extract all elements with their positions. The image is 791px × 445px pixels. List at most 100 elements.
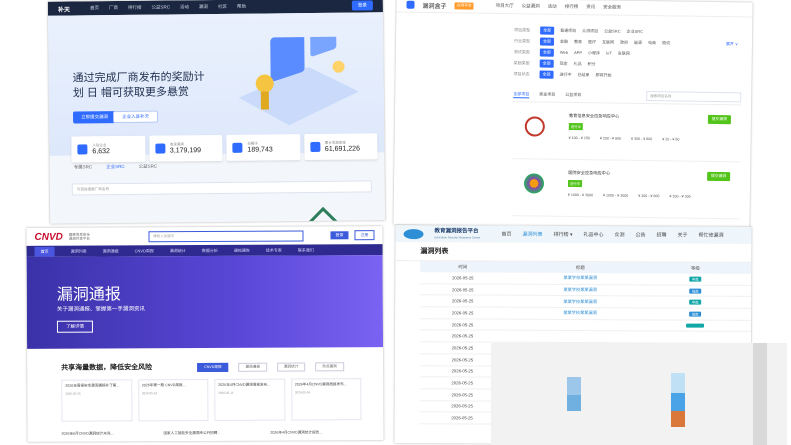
nav-item[interactable]: 礼品中心: [583, 231, 603, 238]
nav-item[interactable]: 联系我们: [298, 247, 314, 253]
list-item[interactable]: 国家人工智能安全漏洞库公开招聘...: [163, 431, 220, 436]
nav-item[interactable]: 公告: [635, 231, 645, 238]
filter-option[interactable]: 已结束: [578, 72, 590, 78]
nav-item[interactable]: 招聘: [656, 231, 666, 238]
filter-option[interactable]: 车联网: [618, 50, 630, 56]
nav-item[interactable]: 社区: [218, 4, 227, 10]
filter-option[interactable]: 礼品: [574, 61, 582, 67]
filter-option[interactable]: 金融: [560, 38, 568, 44]
site-logo[interactable]: 教育漏洞报告平台 Education Security Response Cent…: [434, 228, 490, 240]
tab-hot[interactable]: 热点漏洞: [315, 362, 344, 372]
filter-option[interactable]: 物流: [662, 40, 670, 46]
filter-all-tag[interactable]: 全部: [539, 70, 554, 79]
nav-item[interactable]: 厂商: [109, 5, 118, 11]
filter-option[interactable]: 医疗: [588, 39, 596, 45]
filter-option[interactable]: APP: [574, 50, 582, 55]
nav-item[interactable]: 安全服务: [603, 4, 621, 10]
project-search-input[interactable]: 搜索项目名称: [646, 91, 742, 103]
project-name[interactable]: 教育信息安全应急响应中心: [569, 113, 619, 120]
row-title[interactable]: 某某学校某某漏洞: [505, 287, 655, 294]
list-item[interactable]: 2026年4月CNVD漏洞统计报告...: [270, 430, 322, 435]
project-item[interactable]: 教育信息安全应急响应中心 进行中 ¥ 100 - ¥ 150 ¥ 200 - ¥…: [512, 102, 742, 163]
nav-item[interactable]: 漏洞列表: [71, 248, 87, 254]
tab-all-projects[interactable]: 全部项目: [513, 90, 530, 98]
nav-item[interactable]: 众测: [614, 231, 624, 238]
filter-option[interactable]: 教育: [574, 39, 582, 45]
site-logo[interactable]: CNVD: [34, 231, 62, 242]
nav-item[interactable]: 数据分析: [202, 247, 218, 253]
filter-option[interactable]: 电商: [648, 40, 656, 46]
filter-option[interactable]: Web: [560, 50, 568, 55]
nav-item[interactable]: 漏洞: [199, 4, 208, 10]
nav-item[interactable]: 通知通告: [234, 247, 250, 253]
submit-vuln-button[interactable]: 提交漏洞: [707, 114, 731, 125]
filter-option[interactable]: IoT: [606, 50, 612, 55]
site-logo[interactable]: 补天: [58, 4, 70, 13]
nav-item[interactable]: 漏洞通报: [103, 248, 119, 254]
filter-option[interactable]: 能源: [634, 39, 642, 45]
nav-item[interactable]: 排行榜: [565, 4, 579, 10]
nav-item[interactable]: 技术专家: [266, 247, 282, 253]
row-title[interactable]: 某某学校某某漏洞: [505, 275, 655, 282]
row-title[interactable]: [505, 336, 655, 337]
project-name[interactable]: 医院安全应急响应中心: [568, 170, 610, 177]
expand-filters-link[interactable]: 展开 ∨: [726, 41, 738, 47]
filter-option[interactable]: 即将开始: [596, 72, 612, 78]
filter-all-tag[interactable]: 全部: [540, 26, 555, 35]
filter-option[interactable]: 公益SRC: [604, 28, 621, 34]
filter-all-tag[interactable]: 全部: [539, 48, 554, 57]
list-item[interactable]: 2026年6月CNVD漏洞统计未完...: [62, 431, 114, 436]
nav-item[interactable]: 资讯: [586, 4, 595, 10]
tab-public-projects[interactable]: 公益项目: [565, 92, 581, 98]
filter-all-tag[interactable]: 全部: [539, 37, 555, 46]
filter-option[interactable]: 众测项目: [582, 28, 598, 34]
report-card[interactable]: 2026年4月CNVD漏洞周报发布... 2026-05-11: [214, 378, 285, 421]
nav-item[interactable]: 公益漏洞: [522, 3, 540, 9]
filter-option[interactable]: 政府: [620, 39, 628, 45]
row-title[interactable]: 某某学校某某漏洞: [505, 298, 655, 305]
nav-item[interactable]: 项目大厅: [496, 3, 514, 9]
filter-option[interactable]: 小程序: [588, 50, 600, 56]
project-item[interactable]: 医院安全应急响应中心 进行中 ¥ 1000 - ¥ 3000 ¥ 1000 - …: [511, 159, 741, 220]
login-button[interactable]: 登录: [351, 0, 373, 11]
site-logo[interactable]: 漏洞盒子: [422, 0, 446, 9]
nav-item[interactable]: 漏洞列表: [523, 231, 543, 238]
nav-item[interactable]: 帮忙修漏洞: [699, 232, 724, 239]
search-input[interactable]: 请输入关键字: [148, 229, 304, 242]
nav-item[interactable]: 活动: [180, 4, 189, 10]
report-card[interactable]: 2026年周报安全漏洞通报补丁第... 2026-05-25: [61, 379, 132, 422]
filter-option[interactable]: 企业SRC: [627, 28, 644, 34]
filter-option[interactable]: 互联网: [602, 39, 614, 45]
filter-option[interactable]: 普通项目: [560, 27, 576, 33]
filter-all-tag[interactable]: 全部: [539, 59, 554, 68]
nav-item[interactable]: 关于: [678, 232, 688, 239]
enterprise-join-button[interactable]: 企业入驻补天: [112, 110, 159, 124]
filter-option[interactable]: 积分: [588, 61, 596, 67]
report-card[interactable]: 2026年4月CNVD漏洞周报发布... 2026-05-04: [290, 378, 362, 421]
tab-public[interactable]: 公益SRC: [139, 164, 158, 170]
nav-item[interactable]: 排行榜: [128, 5, 142, 11]
nav-item[interactable]: 活动: [548, 4, 557, 10]
report-card[interactable]: 2026年第一期 CNVD周报... 2026-05-18: [137, 378, 209, 422]
login-button[interactable]: 登录: [330, 231, 349, 240]
tab-enterprise[interactable]: 企业SRC: [106, 164, 125, 170]
nav-item[interactable]: 公益SRC: [151, 4, 170, 10]
tab-weekly[interactable]: CNVD周报: [197, 362, 229, 373]
register-button[interactable]: 注册: [354, 230, 375, 241]
nav-item[interactable]: 帮助: [237, 4, 246, 10]
tab-bounty-projects[interactable]: 奖金项目: [539, 92, 555, 98]
filter-option[interactable]: 进行中: [560, 71, 572, 77]
tab-exclusive[interactable]: 专属SRC: [74, 164, 93, 170]
learn-more-button[interactable]: 了解详情: [56, 320, 93, 333]
submit-vuln-button[interactable]: 提交漏洞: [706, 171, 731, 182]
tab-bulletin[interactable]: 漏洞通报: [238, 362, 267, 372]
nav-item[interactable]: 首页: [502, 231, 512, 238]
vendor-search-input[interactable]: 可直接搜索厂商名称: [71, 180, 372, 196]
nav-item[interactable]: 首页: [90, 5, 99, 11]
filter-option[interactable]: 现金: [560, 60, 568, 66]
nav-item[interactable]: 首页: [34, 246, 55, 257]
row-title[interactable]: [505, 325, 655, 326]
row-title[interactable]: 某某学校某某漏洞: [505, 310, 655, 317]
nav-item[interactable]: 漏洞统计: [170, 248, 186, 254]
submit-vuln-button[interactable]: 立即提交漏洞: [72, 111, 117, 124]
